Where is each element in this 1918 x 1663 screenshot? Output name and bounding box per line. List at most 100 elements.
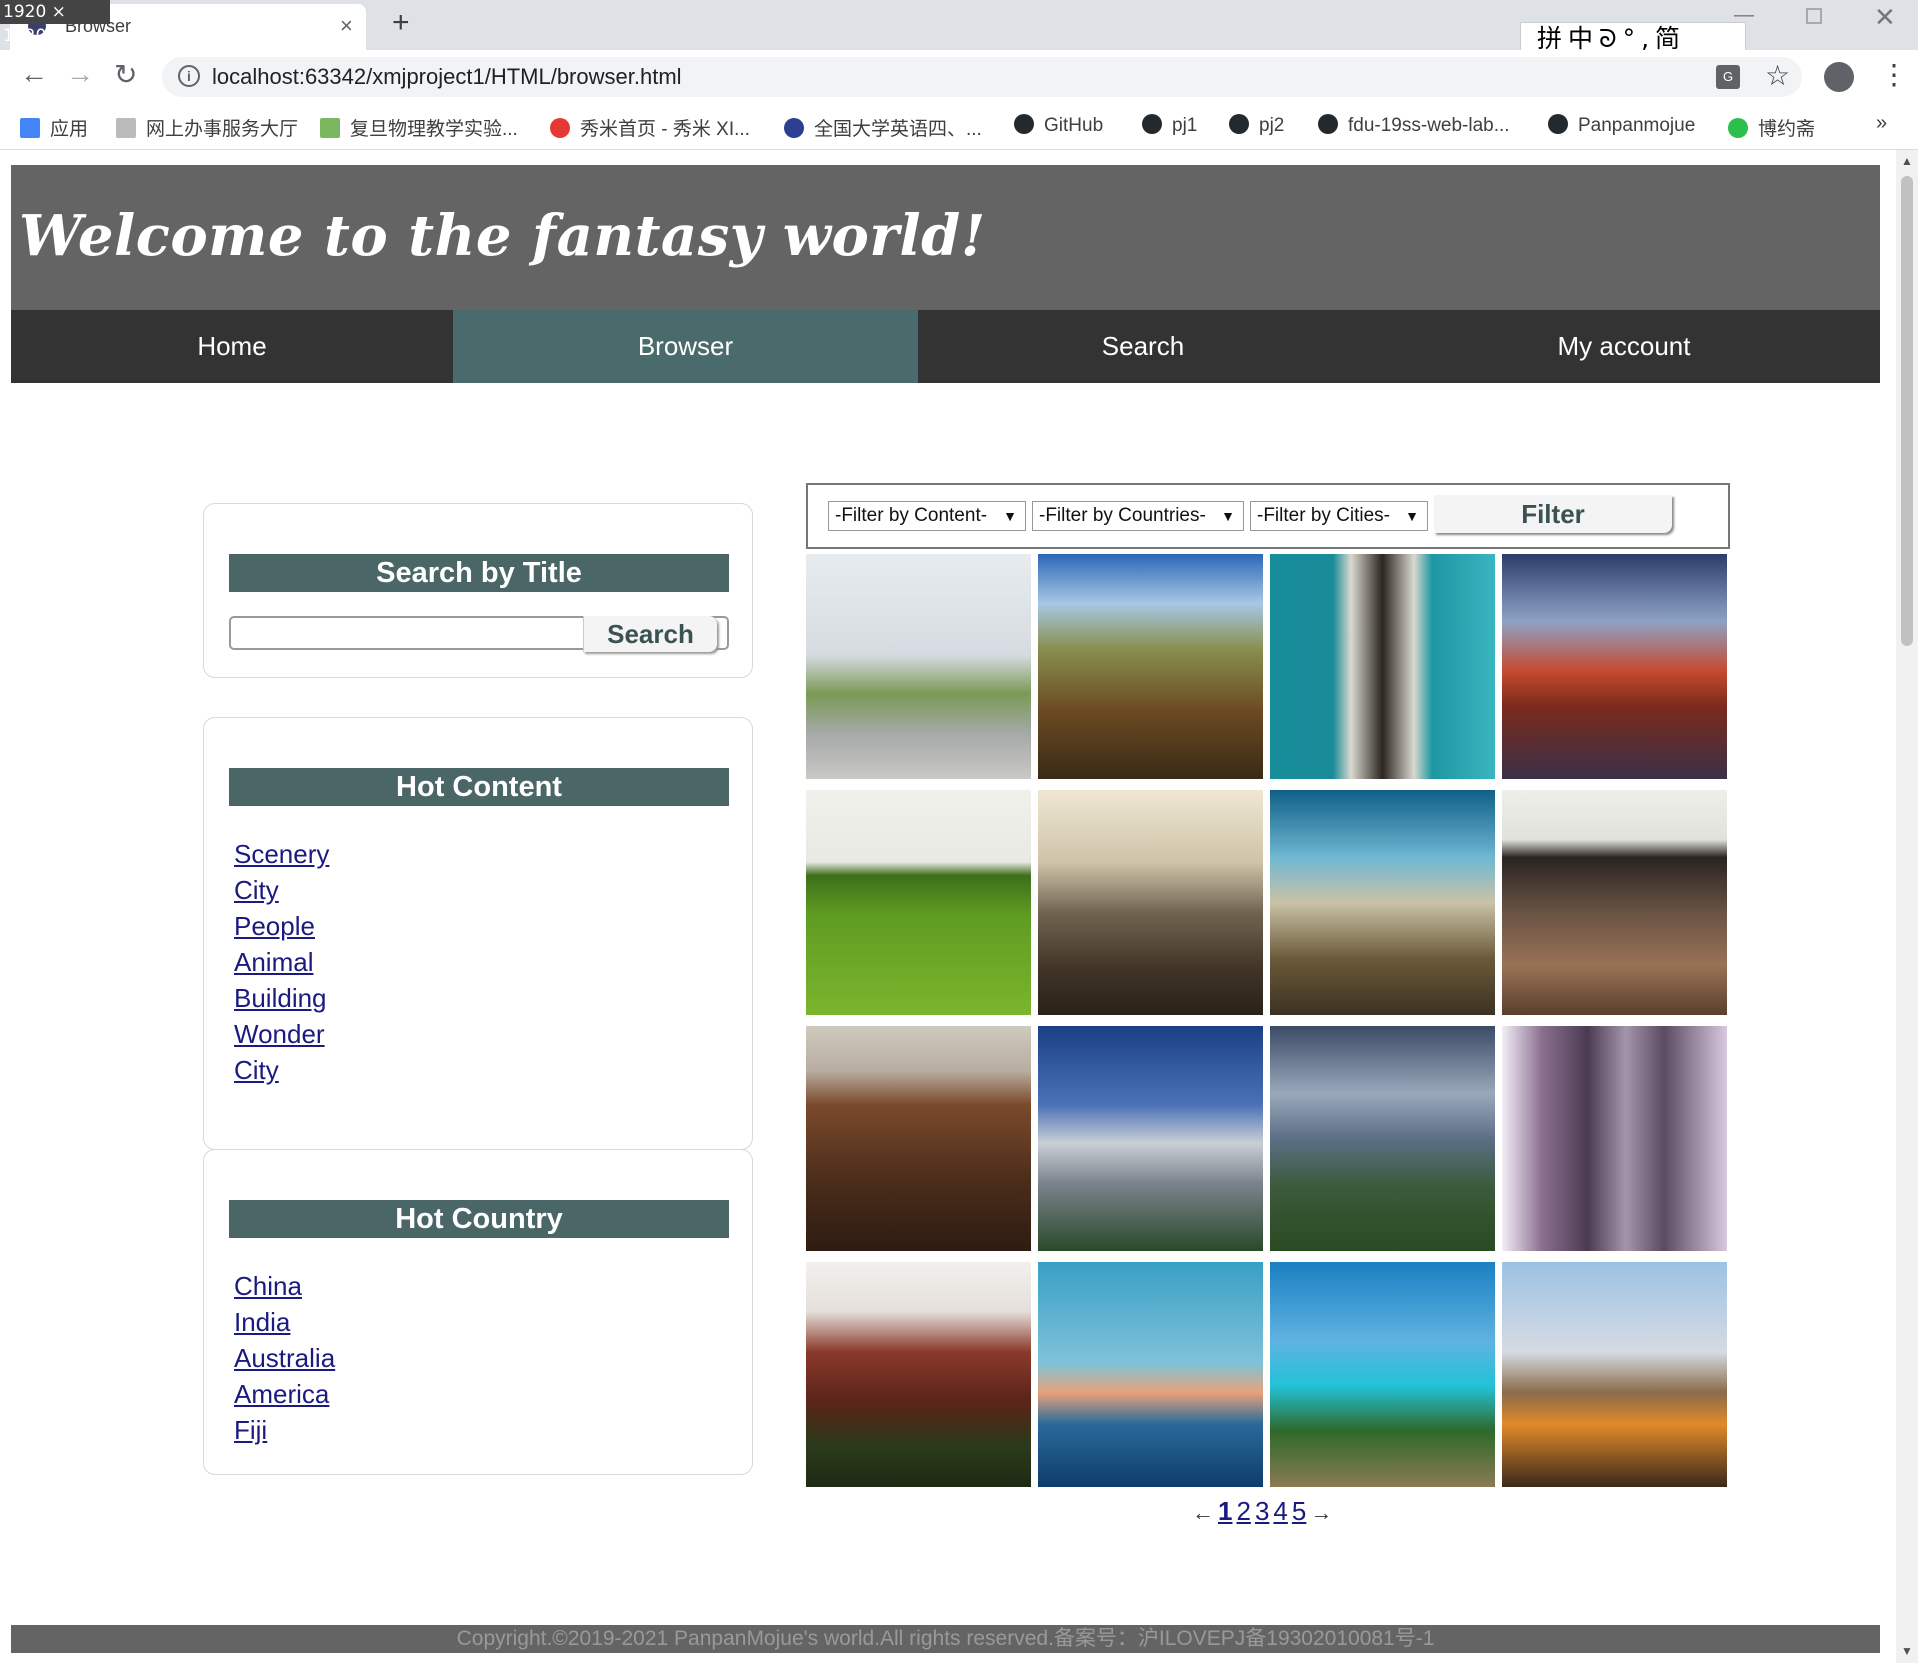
site-banner: Welcome to the fantasy world! [11, 165, 1880, 310]
xiumi-icon [550, 118, 570, 138]
github-icon [1014, 114, 1034, 134]
minimize-icon[interactable]: — [1734, 4, 1754, 27]
photo-thumbnail[interactable] [1270, 1262, 1495, 1487]
profile-icon[interactable] [1824, 62, 1854, 92]
list-item: China [234, 1268, 335, 1304]
maximize-icon[interactable] [1806, 8, 1822, 24]
window-close-icon[interactable]: ✕ [1874, 2, 1896, 33]
tab-strip: Browser × + 拼中ᘐ°,简⚙⋮ — ✕ [0, 0, 1918, 85]
search-input[interactable] [231, 618, 583, 648]
house-icon [116, 118, 136, 138]
forward-icon[interactable]: → [66, 58, 94, 90]
photo-thumbnail[interactable] [1502, 1262, 1727, 1487]
translate-icon[interactable]: G [1716, 65, 1740, 89]
page-link[interactable]: 3 [1255, 1496, 1269, 1526]
bookmark-panpanmojue[interactable]: Panpanmojue [1548, 114, 1695, 137]
browser-toolbar: ← → ↻ i localhost:63342/xmjproject1/HTML… [0, 50, 1918, 104]
filter-countries-select[interactable]: -Filter by Countries- ▼ [1032, 501, 1244, 531]
photo-thumbnail[interactable] [806, 1262, 1031, 1487]
bookmark-xiumi[interactable]: 秀米首页 - 秀米 XI... [550, 114, 750, 141]
bookmark-star-icon[interactable]: ☆ [1765, 59, 1790, 92]
hot-content-link[interactable]: People [234, 911, 315, 941]
bookmark-apps[interactable]: 应用 [20, 114, 88, 141]
hot-country-link[interactable]: India [234, 1307, 290, 1337]
page-viewport: Welcome to the fantasy world! Home Brows… [0, 150, 1896, 1663]
page-scrollbar[interactable]: ▲ ▼ [1896, 150, 1918, 1663]
url-text[interactable]: localhost:63342/xmjproject1/HTML/browser… [212, 64, 682, 90]
hot-country-link[interactable]: Fiji [234, 1415, 267, 1445]
github-icon [1229, 114, 1249, 134]
hot-country-link[interactable]: Australia [234, 1343, 335, 1373]
boyuezhai-icon [1728, 118, 1748, 138]
hot-country-link[interactable]: America [234, 1379, 329, 1409]
filter-cities-select[interactable]: -Filter by Cities- ▼ [1250, 501, 1428, 531]
photo-thumbnail[interactable] [806, 1026, 1031, 1251]
back-icon[interactable]: ← [20, 58, 48, 90]
hot-country-heading: Hot Country [229, 1200, 729, 1238]
hot-country-link[interactable]: China [234, 1271, 302, 1301]
bookmark-pj1[interactable]: pj1 [1142, 114, 1197, 137]
browser-menu-icon[interactable]: ⋮ [1880, 58, 1908, 91]
bookmarks-bar: 应用 网上办事服务大厅 复旦物理教学实验... 秀米首页 - 秀米 XI... … [0, 104, 1918, 150]
more-bookmarks-icon[interactable]: » [1876, 112, 1887, 135]
photo-thumbnail[interactable] [1038, 790, 1263, 1015]
page-link[interactable]: 5 [1292, 1496, 1306, 1526]
list-item: Australia [234, 1340, 335, 1376]
apps-grid-icon [20, 118, 40, 138]
github-icon [1142, 114, 1162, 134]
close-tab-icon[interactable]: × [340, 13, 353, 39]
hot-content-link[interactable]: Building [234, 983, 327, 1013]
cet-icon [784, 118, 804, 138]
prev-page-arrow-icon[interactable]: ← [1192, 1500, 1214, 1525]
scroll-thumb[interactable] [1901, 176, 1913, 646]
hot-content-link[interactable]: City [234, 875, 279, 905]
bookmark-physics-lab[interactable]: 复旦物理教学实验... [320, 114, 518, 141]
site-info-icon[interactable]: i [178, 65, 200, 87]
bookmark-web-lab[interactable]: fdu-19ss-web-lab... [1318, 114, 1510, 137]
page-link[interactable]: 2 [1236, 1496, 1250, 1526]
nav-search[interactable]: Search [918, 310, 1368, 383]
hot-content-link[interactable]: Scenery [234, 839, 329, 869]
hot-content-heading: Hot Content [229, 768, 729, 806]
page-link[interactable]: 1 [1218, 1496, 1232, 1526]
next-page-arrow-icon[interactable]: → [1310, 1500, 1332, 1525]
nav-home[interactable]: Home [11, 310, 453, 383]
hot-content-link[interactable]: Animal [234, 947, 313, 977]
hot-content-link[interactable]: City [234, 1055, 279, 1085]
photo-thumbnail[interactable] [1502, 1026, 1727, 1251]
page-link[interactable]: 4 [1273, 1496, 1287, 1526]
reload-icon[interactable]: ↻ [114, 58, 137, 91]
bookmark-pj2[interactable]: pj2 [1229, 114, 1284, 137]
bookmark-github[interactable]: GitHub [1014, 114, 1103, 137]
nav-my-account[interactable]: My account [1368, 310, 1880, 383]
photo-thumbnail[interactable] [806, 790, 1031, 1015]
search-box: Search [229, 616, 729, 652]
filter-button[interactable]: Filter [1434, 495, 1672, 533]
list-item: Building [234, 980, 329, 1016]
address-bar[interactable]: i localhost:63342/xmjproject1/HTML/brows… [162, 57, 1802, 97]
bookmark-boyuezhai[interactable]: 博约斋 [1728, 114, 1815, 141]
filter-content-select[interactable]: -Filter by Content- ▼ [828, 501, 1026, 531]
bookmark-service-hall[interactable]: 网上办事服务大厅 [116, 114, 298, 141]
search-button[interactable]: Search [583, 616, 717, 652]
lab-icon [320, 118, 340, 138]
photo-thumbnail[interactable] [806, 554, 1031, 779]
dropdown-caret-icon: ▼ [1405, 508, 1419, 524]
photo-thumbnail[interactable] [1038, 554, 1263, 779]
bookmark-cet[interactable]: 全国大学英语四、... [784, 114, 982, 141]
new-tab-icon[interactable]: + [392, 6, 410, 40]
dropdown-caret-icon: ▼ [1003, 508, 1017, 524]
hot-content-link[interactable]: Wonder [234, 1019, 325, 1049]
photo-thumbnail[interactable] [1502, 790, 1727, 1015]
photo-thumbnail[interactable] [1038, 1026, 1263, 1251]
scroll-down-icon[interactable]: ▼ [1901, 1644, 1913, 1658]
list-item: People [234, 908, 329, 944]
photo-thumbnail[interactable] [1038, 1262, 1263, 1487]
photo-thumbnail[interactable] [1270, 1026, 1495, 1251]
nav-browser[interactable]: Browser [453, 310, 918, 383]
photo-thumbnail[interactable] [1270, 790, 1495, 1015]
photo-thumbnail[interactable] [1270, 554, 1495, 779]
scroll-up-icon[interactable]: ▲ [1901, 154, 1913, 168]
photo-thumbnail[interactable] [1502, 554, 1727, 779]
search-panel-heading: Search by Title [229, 554, 729, 592]
